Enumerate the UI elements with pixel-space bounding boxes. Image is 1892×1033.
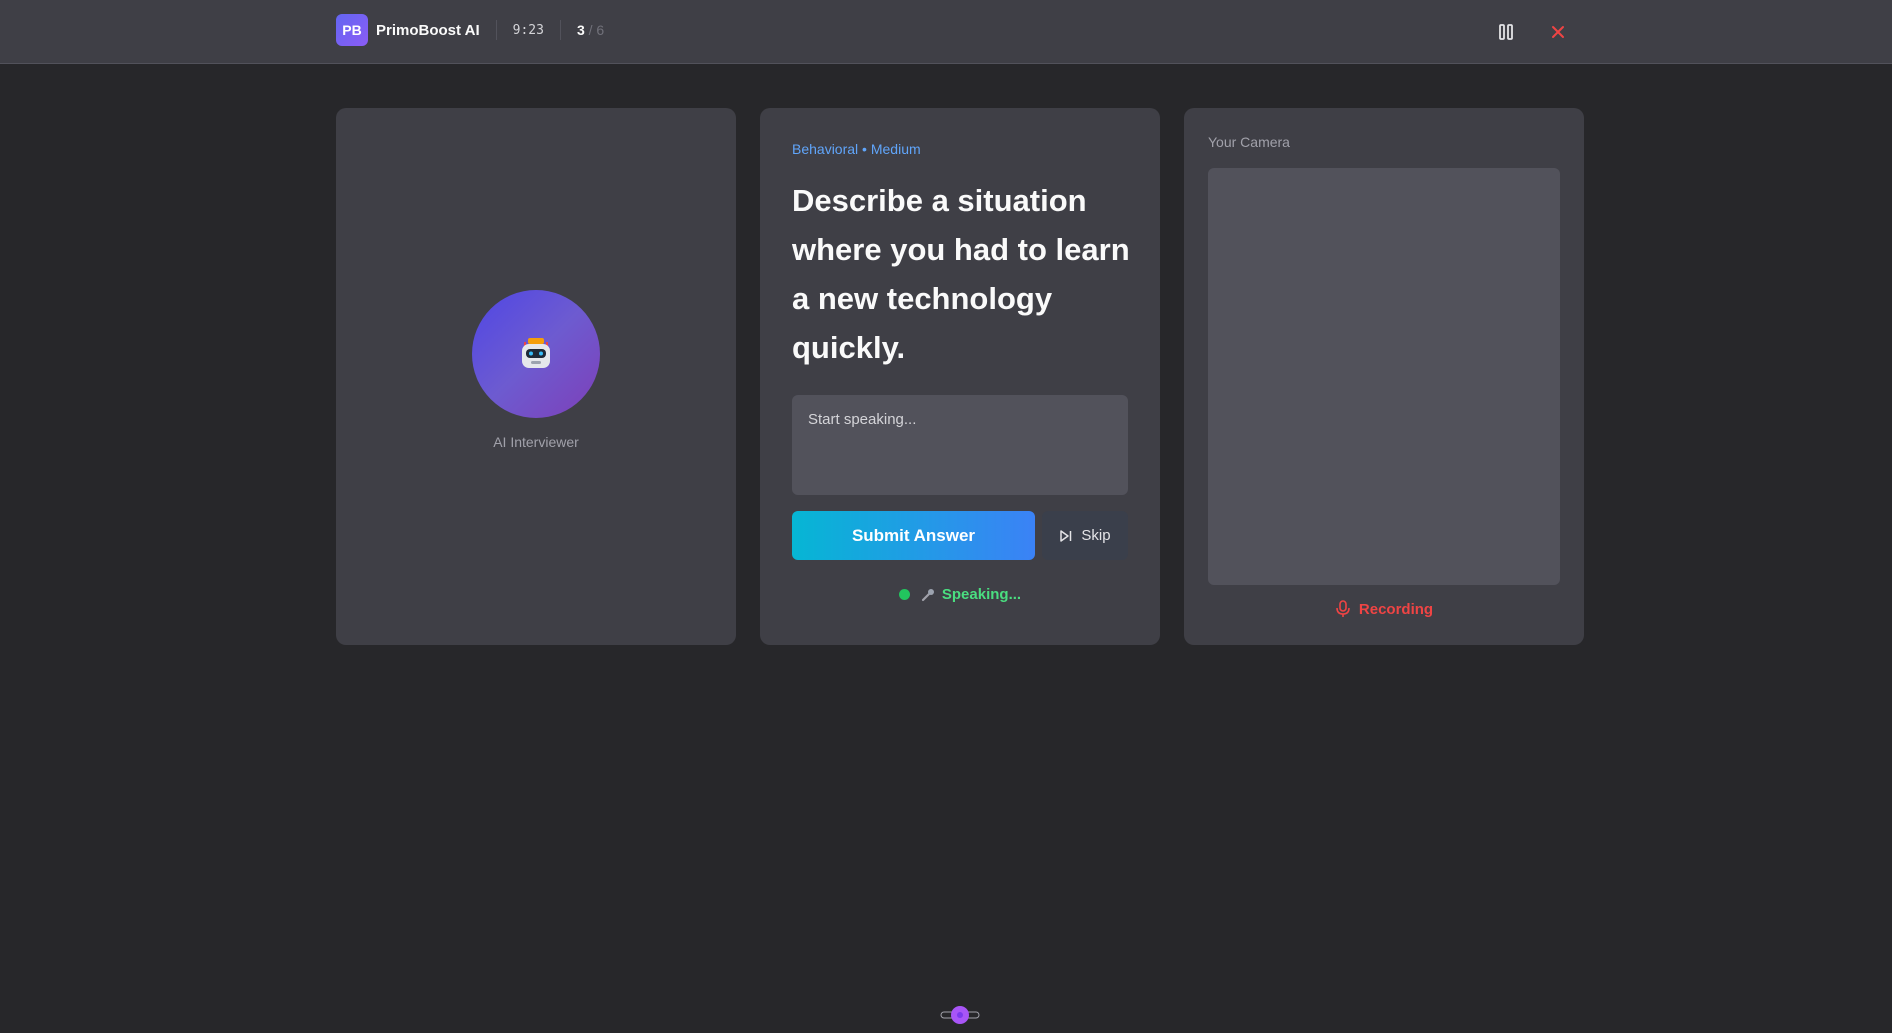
status-text: Speaking... <box>941 586 1022 603</box>
skip-icon <box>1060 529 1072 542</box>
robot-icon <box>522 338 550 368</box>
top-bar: PB PrimoBoost AI 9:23 3 / 6 <box>0 0 1892 64</box>
question-progress: 3 / 6 <box>577 22 604 38</box>
submit-answer-button[interactable]: Submit Answer <box>792 511 1035 560</box>
camera-panel: Your Camera Recording <box>1184 108 1584 645</box>
interview-timer: 9:23 <box>512 22 544 38</box>
close-icon <box>1552 26 1564 38</box>
brand: PB PrimoBoost AI 9:23 3 / 6 <box>336 14 604 46</box>
speaking-status: Speaking... <box>760 586 1160 603</box>
skip-label: Skip <box>1081 527 1111 544</box>
close-button[interactable] <box>1544 18 1572 46</box>
drag-handle[interactable] <box>940 1004 980 1026</box>
microphone-icon <box>921 588 934 601</box>
interviewer-panel: AI Interviewer <box>336 108 736 645</box>
divider <box>495 20 497 40</box>
answer-input[interactable] <box>792 395 1128 495</box>
recording-indicator: Recording <box>1184 600 1584 618</box>
app-name: PrimoBoost AI <box>376 21 480 39</box>
question-text: Describe a situation where you had to le… <box>792 183 1130 365</box>
recording-label: Recording <box>1358 600 1434 618</box>
question-current: 3 <box>576 22 585 38</box>
camera-label: Your Camera <box>1208 134 1290 150</box>
skip-button[interactable]: Skip <box>1042 511 1128 560</box>
status-dot <box>898 589 910 600</box>
question-meta: Behavioral • Medium <box>792 141 921 157</box>
pause-icon <box>1499 24 1513 40</box>
question-difficulty: Medium <box>870 141 921 157</box>
divider <box>559 20 561 40</box>
interviewer-label: AI Interviewer <box>493 434 579 450</box>
question-total: / 6 <box>588 22 605 38</box>
microphone-icon <box>1336 600 1350 617</box>
question-panel: Behavioral • Medium Describe a situation… <box>760 108 1160 645</box>
interviewer-avatar <box>472 290 600 418</box>
pause-button[interactable] <box>1492 18 1520 46</box>
meta-separator: • <box>862 141 867 157</box>
app-logo: PB <box>336 14 368 46</box>
question-category: Behavioral <box>792 141 859 157</box>
camera-preview <box>1208 168 1560 585</box>
handle-icon <box>940 1006 980 1024</box>
